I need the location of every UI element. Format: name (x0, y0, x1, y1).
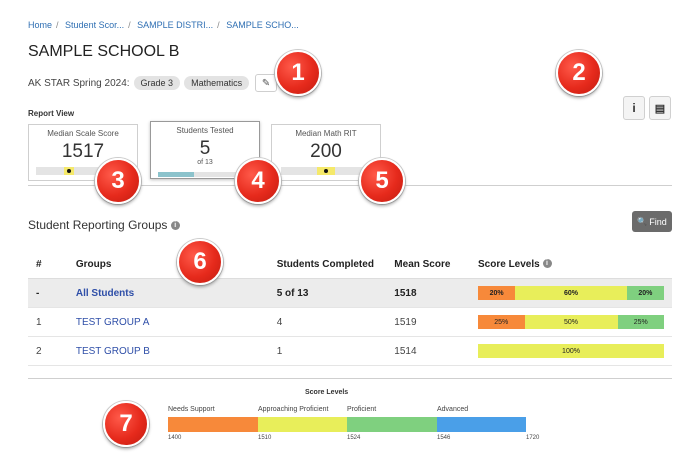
legend-proficient-label: Proficient (347, 406, 377, 413)
info-icon[interactable]: i (542, 259, 552, 269)
approaching-segment: 60% (515, 286, 627, 300)
col-score-levels-label: Score Levels (478, 258, 540, 270)
legend-tick: 1400 (168, 435, 182, 441)
reporting-groups-table: # Groups Students Completed Mean Score S… (28, 250, 672, 366)
row-number: - (28, 278, 68, 308)
legend-advanced-label: Advanced (437, 406, 469, 413)
grade-chip: Grade 3 (133, 76, 181, 90)
row-number: 2 (28, 336, 68, 366)
info-icon[interactable]: i (623, 96, 645, 120)
table-row[interactable]: - All Students 5 of 13 1518 20% 60% 20% (28, 278, 672, 308)
divider (28, 378, 672, 379)
legend-tick: 1524 (347, 435, 361, 441)
group-link[interactable]: TEST GROUP B (76, 346, 150, 357)
breadcrumb: Home / Student Scor... / SAMPLE DISTRI... /… (28, 20, 299, 30)
assessment-subtitle: AK STAR Spring 2024: Grade 3 Mathematics… (28, 74, 278, 92)
callout-4: 4 (235, 158, 281, 204)
report-view-label: Report View (28, 109, 75, 118)
table-row[interactable]: 1 TEST GROUP A 4 1519 25% 50% 25% (28, 307, 672, 337)
table-row[interactable]: 2 TEST GROUP B 1 1514 100% (28, 336, 672, 366)
legend-advanced-swatch (437, 417, 526, 432)
mean-score: 1518 (386, 278, 470, 308)
legend-needs-support-label: Needs Support (168, 406, 215, 413)
card-title: Median Math RIT (295, 129, 357, 138)
section-title: Student Reporting Groups i (28, 218, 180, 232)
approaching-segment: 100% (478, 344, 664, 358)
table-header-row: # Groups Students Completed Mean Score S… (28, 250, 672, 279)
assessment-label: AK STAR Spring 2024: (28, 77, 130, 89)
legend-proficient-swatch (347, 417, 437, 432)
group-link[interactable]: All Students (76, 288, 134, 299)
breadcrumb-home[interactable]: Home (28, 20, 52, 30)
breadcrumb-district[interactable]: SAMPLE DISTRI... (137, 20, 213, 30)
col-students-completed[interactable]: Students Completed (268, 250, 387, 279)
page-title: SAMPLE SCHOOL B (28, 43, 180, 60)
legend-needs-support-swatch (168, 417, 258, 432)
col-groups[interactable]: Groups (67, 250, 269, 279)
needs-support-segment: 25% (478, 315, 525, 329)
score-levels-bar: 25% 50% 25% (478, 315, 664, 329)
approaching-segment: 50% (524, 315, 618, 329)
score-levels-bar: 20% 60% 20% (478, 286, 664, 300)
find-button[interactable]: 🔍 Find (632, 211, 672, 232)
callout-6: 6 (177, 239, 223, 285)
callout-7: 7 (103, 401, 149, 447)
info-icon[interactable]: i (170, 221, 180, 231)
col-mean-score[interactable]: Mean Score (386, 250, 470, 279)
find-label: Find (649, 216, 667, 227)
students-completed: 5 of 13 (268, 278, 387, 308)
callout-3: 3 (95, 158, 141, 204)
section-title-text: Student Reporting Groups (28, 218, 168, 232)
legend-approaching-label: Approaching Proficient (258, 406, 329, 413)
col-number[interactable]: # (28, 250, 68, 279)
mean-score: 1519 (386, 307, 470, 337)
callout-1: 1 (275, 50, 321, 96)
score-levels-bar: 100% (478, 344, 664, 358)
legend-approaching-swatch (258, 417, 347, 432)
edit-pencil-icon[interactable]: ✎ (255, 74, 278, 92)
callout-5: 5 (359, 158, 405, 204)
card-title: Students Tested (176, 126, 234, 135)
breadcrumb-student-scores[interactable]: Student Scor... (65, 20, 124, 30)
card-title: Median Scale Score (47, 129, 119, 138)
students-completed: 4 (268, 307, 387, 337)
subject-chip: Mathematics (184, 76, 250, 90)
legend-tick: 1546 (437, 435, 451, 441)
search-icon: 🔍 (637, 217, 648, 226)
legend-tick: 1510 (258, 435, 272, 441)
breadcrumb-school[interactable]: SAMPLE SCHO... (226, 20, 299, 30)
card-value: 200 (310, 141, 342, 162)
legend-tick: 1720 (526, 435, 540, 441)
group-link[interactable]: TEST GROUP A (76, 317, 150, 328)
mean-score: 1514 (386, 336, 470, 366)
card-value: 5 (199, 138, 211, 159)
students-completed: 1 (268, 336, 387, 366)
pdf-export-icon[interactable]: ▤ (649, 96, 671, 120)
legend-title: Score Levels (305, 389, 349, 396)
callout-2: 2 (556, 50, 602, 96)
col-score-levels[interactable]: Score Levels i (470, 250, 672, 279)
needs-support-segment: 20% (478, 286, 516, 300)
proficient-segment: 25% (617, 315, 664, 329)
proficient-segment: 20% (626, 286, 664, 300)
row-number: 1 (28, 307, 68, 337)
